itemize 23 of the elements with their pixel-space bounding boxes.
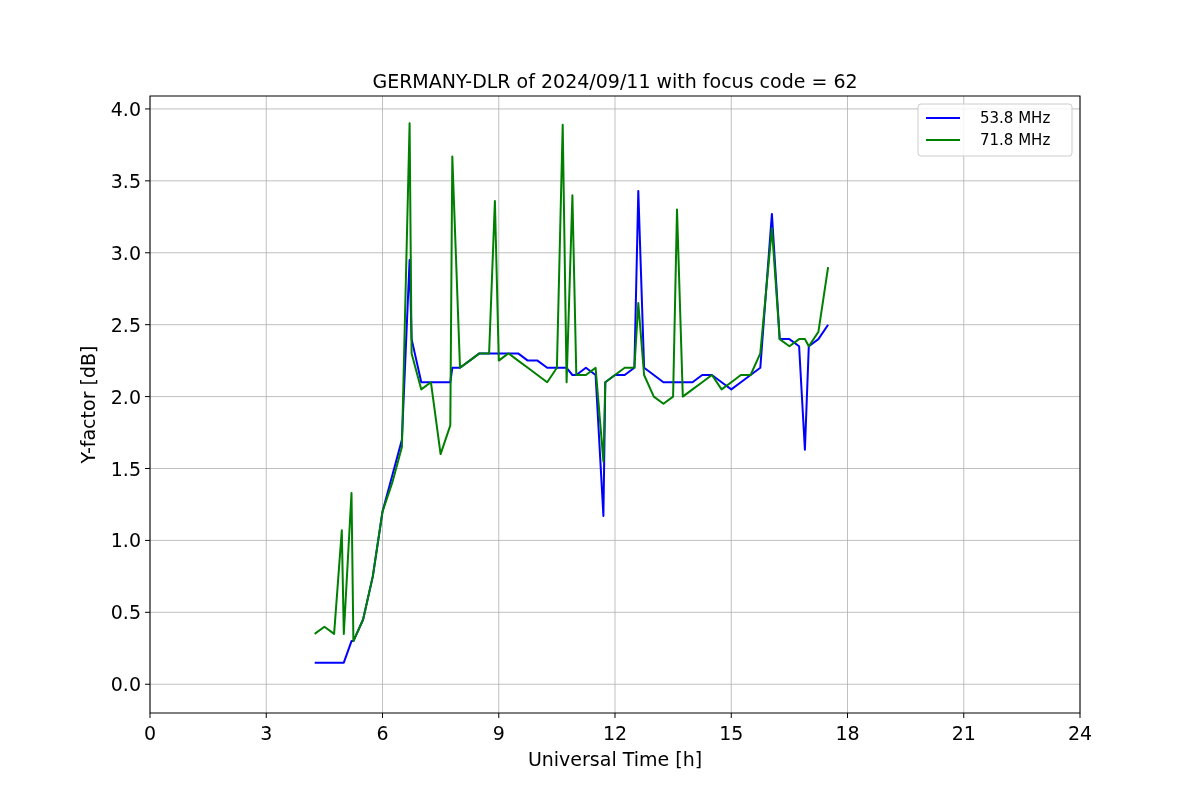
tick-label: 3.5 [110, 169, 141, 192]
chart-title: GERMANY-DLR of 2024/09/11 with focus code = 62 [372, 70, 858, 92]
tick-label: 1.5 [110, 457, 141, 480]
tick-label: 18 [835, 722, 860, 744]
tick-label: 0.0 [110, 673, 141, 696]
tick-label: 24 [1067, 722, 1093, 744]
tick-label: 2.0 [110, 385, 141, 408]
axis-label: Universal Time [h] [527, 748, 703, 770]
tick-label: 1.0 [110, 529, 141, 552]
tick-label: 0.5 [110, 601, 141, 624]
tick-label: 6 [376, 722, 389, 744]
axis-label: Y-factor [dB] [77, 345, 99, 464]
legend-label: 71.8 MHz [980, 131, 1051, 149]
tick-label: 3.0 [110, 241, 141, 264]
tick-label: 3 [260, 722, 273, 744]
tick-label: 4.0 [110, 97, 141, 120]
tick-label: 21 [951, 722, 976, 744]
tick-label: 12 [602, 722, 628, 744]
tick-label: 2.5 [110, 313, 141, 336]
tick-label: 9 [492, 722, 505, 744]
tick-label: 15 [719, 722, 744, 744]
legend-label: 53.8 MHz [980, 109, 1051, 127]
tick-label: 0 [143, 722, 157, 744]
